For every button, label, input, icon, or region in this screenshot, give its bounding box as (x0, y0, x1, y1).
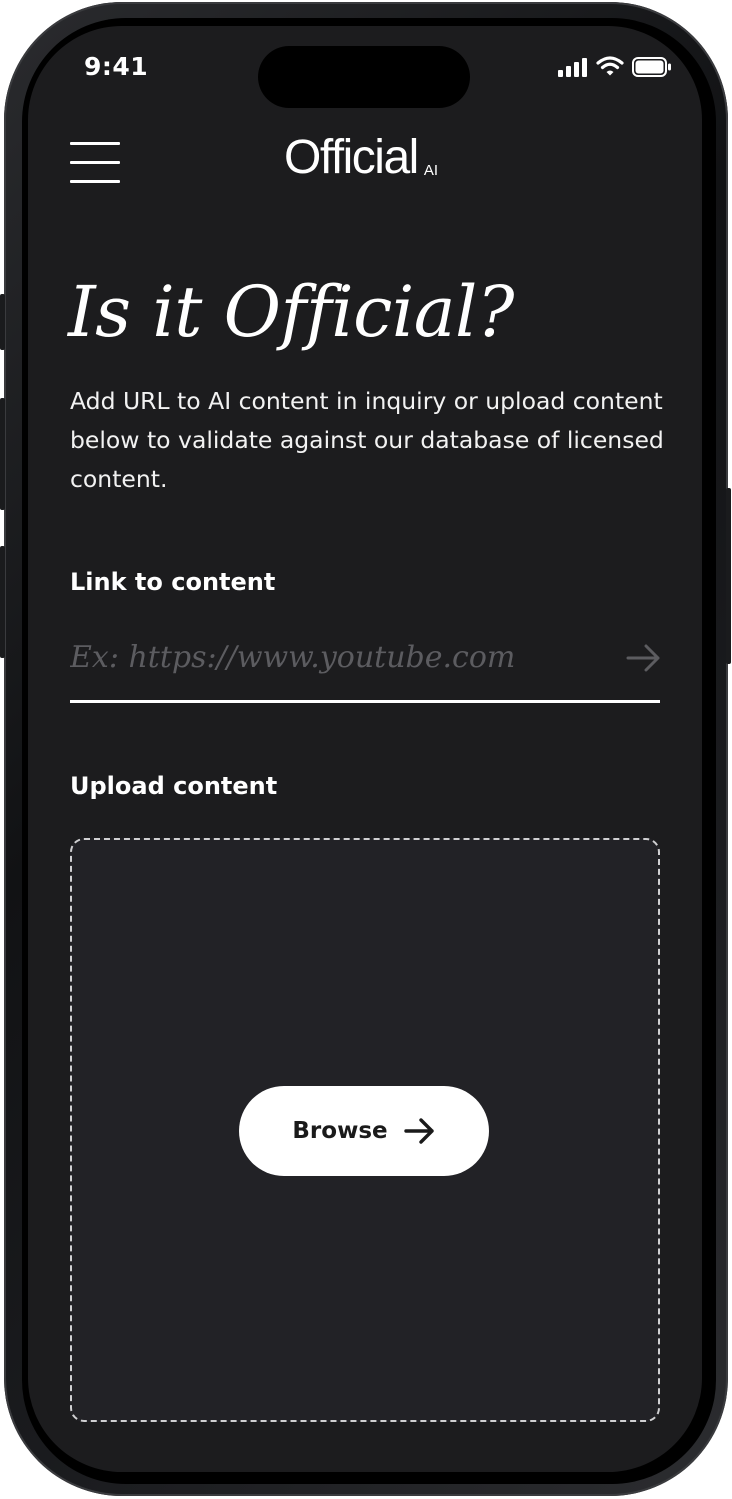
browse-button[interactable]: Browse (239, 1086, 489, 1176)
phone-volume-up-button (0, 398, 5, 510)
upload-section-label: Upload content (70, 772, 278, 800)
app-screen: 9:41 Official AI Is it Official? Add URL… (28, 26, 702, 1472)
page-title: Is it Official? (68, 271, 514, 353)
phone-volume-down-button (0, 546, 5, 658)
wifi-icon (596, 56, 624, 76)
cellular-signal-icon (558, 57, 587, 77)
browse-button-label: Browse (292, 1118, 388, 1144)
url-input-underline (70, 700, 660, 703)
app-logo: Official AI (284, 134, 438, 182)
arrow-right-icon (626, 644, 660, 672)
logo-suffix: AI (423, 162, 439, 179)
battery-icon (632, 56, 671, 77)
hamburger-menu-icon[interactable] (70, 142, 120, 184)
arrow-right-icon (403, 1118, 434, 1144)
page-description: Add URL to AI content in inquiry or uplo… (70, 387, 664, 493)
status-icons (558, 56, 672, 77)
phone-action-button (0, 294, 5, 350)
logo-wordmark: Official (284, 131, 419, 184)
phone-power-button (726, 488, 731, 664)
link-section-label: Link to content (70, 568, 276, 596)
status-time: 9:41 (84, 52, 149, 81)
dynamic-island (258, 46, 470, 108)
url-submit-button[interactable] (624, 638, 664, 678)
url-input[interactable] (70, 632, 610, 682)
